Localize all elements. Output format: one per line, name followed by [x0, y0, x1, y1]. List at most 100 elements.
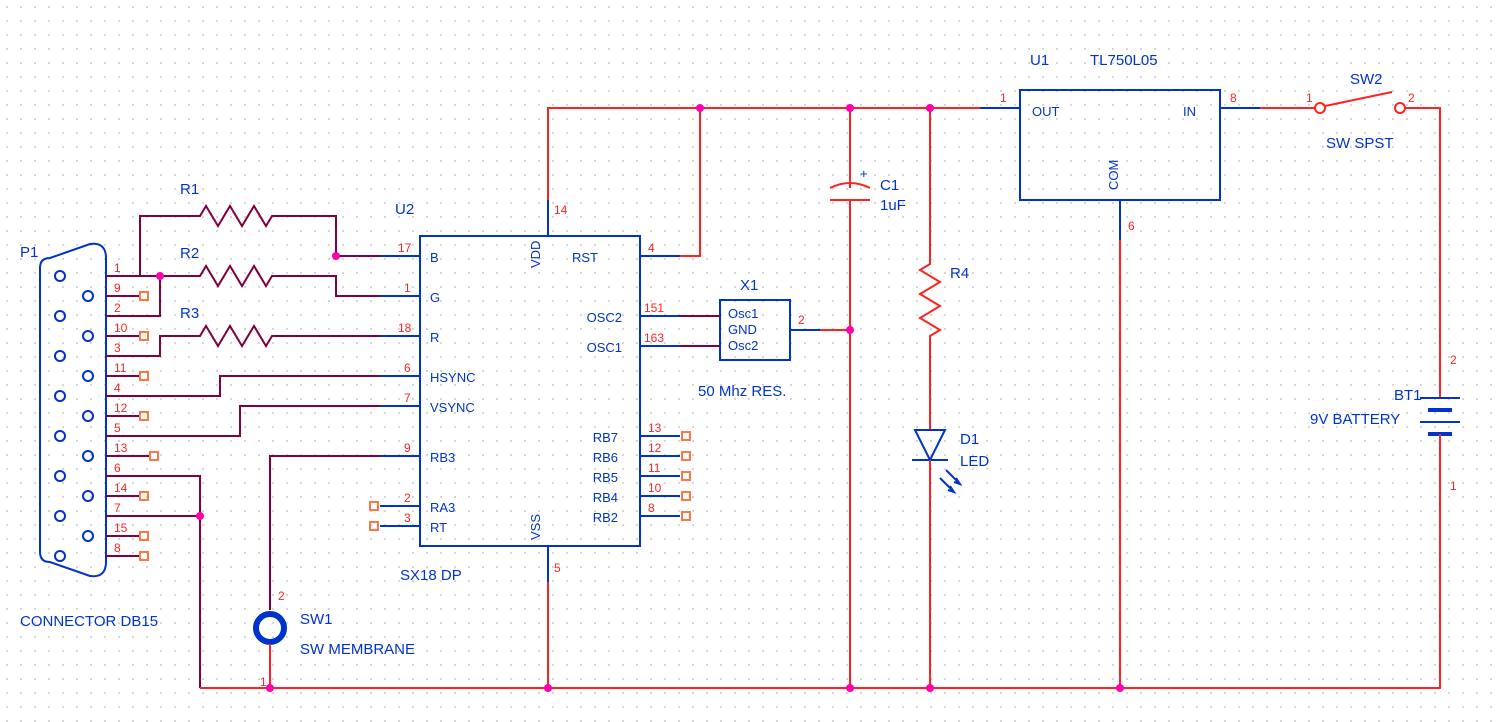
svg-text:6: 6 — [114, 461, 121, 475]
svg-text:2: 2 — [1450, 353, 1457, 367]
svg-text:17: 17 — [398, 241, 412, 255]
label-P1: CONNECTOR DB15 — [20, 613, 158, 630]
svg-text:11: 11 — [114, 361, 127, 375]
svg-text:4: 4 — [114, 381, 121, 395]
svg-text:14: 14 — [554, 203, 568, 217]
svg-text:X1: X1 — [740, 277, 758, 294]
svg-text:LED: LED — [960, 453, 989, 470]
svg-text:R4: R4 — [950, 265, 969, 282]
svg-text:U2: U2 — [395, 201, 414, 218]
svg-text:1: 1 — [1306, 91, 1313, 105]
svg-text:SW1: SW1 — [300, 611, 333, 628]
svg-text:1uF: 1uF — [880, 197, 906, 214]
svg-text:C1: C1 — [880, 177, 899, 194]
svg-text:8: 8 — [114, 541, 121, 555]
svg-text:RA3: RA3 — [430, 500, 455, 515]
schematic-canvas: { "components": { "P1": {"ref":"P1","nam… — [0, 0, 1500, 722]
svg-text:2: 2 — [1408, 91, 1415, 105]
svg-text:RB6: RB6 — [593, 450, 618, 465]
svg-text:9: 9 — [404, 441, 411, 455]
svg-text:9V BATTERY: 9V BATTERY — [1310, 411, 1400, 428]
svg-text:B: B — [430, 250, 439, 265]
svg-text:2: 2 — [114, 301, 121, 315]
svg-text:1: 1 — [404, 281, 411, 295]
svg-text:11: 11 — [648, 461, 661, 475]
svg-text:163: 163 — [644, 331, 664, 345]
led-D1: D1 LED — [912, 360, 989, 688]
svg-text:R2: R2 — [180, 245, 199, 262]
svg-text:4: 4 — [648, 241, 655, 255]
svg-text:TL750L05: TL750L05 — [1090, 52, 1158, 69]
svg-text:RB7: RB7 — [593, 430, 618, 445]
svg-text:R3: R3 — [180, 305, 199, 322]
svg-text:OUT: OUT — [1032, 104, 1060, 119]
svg-text:HSYNC: HSYNC — [430, 370, 476, 385]
power-wires — [200, 108, 1440, 688]
resonator-X1: X1 Osc1 GND Osc2 50 Mhz RES. 2 — [698, 277, 820, 400]
svg-text:SW MEMBRANE: SW MEMBRANE — [300, 641, 415, 658]
svg-text:5: 5 — [554, 561, 561, 575]
resistor-R4: R4 — [920, 240, 969, 360]
svg-text:1: 1 — [1000, 91, 1007, 105]
svg-text:1: 1 — [1450, 479, 1457, 493]
svg-text:VDD: VDD — [528, 241, 543, 268]
svg-text:18: 18 — [398, 321, 412, 335]
ic-U2: U2 SX18 DP 14 VDD 5 VSS 17 B 1 G 18 R 6 HSYN… — [370, 200, 690, 584]
svg-text:7: 7 — [404, 391, 411, 405]
svg-text:1: 1 — [114, 261, 121, 275]
svg-text:2: 2 — [278, 589, 285, 603]
capacitor-C1: C1 1uF + — [830, 108, 906, 688]
svg-text:6: 6 — [1128, 219, 1135, 233]
svg-text:Osc2: Osc2 — [728, 338, 758, 353]
svg-text:RB4: RB4 — [593, 490, 618, 505]
svg-text:COM: COM — [1106, 160, 1121, 190]
svg-text:13: 13 — [648, 421, 662, 435]
svg-text:50 Mhz RES.: 50 Mhz RES. — [698, 383, 786, 400]
svg-text:12: 12 — [648, 441, 662, 455]
svg-text:10: 10 — [114, 321, 128, 335]
svg-text:RB3: RB3 — [430, 450, 455, 465]
svg-text:IN: IN — [1183, 104, 1196, 119]
battery-BT1: BT1 9V BATTERY 2 1 — [1310, 280, 1460, 560]
svg-text:+: + — [860, 166, 868, 181]
svg-text:10: 10 — [648, 481, 662, 495]
svg-text:13: 13 — [114, 441, 128, 455]
svg-text:8: 8 — [1230, 91, 1237, 105]
svg-text:15: 15 — [114, 521, 128, 535]
resistor-R3: R3 — [176, 305, 296, 346]
resistor-R2: R2 — [176, 245, 296, 286]
svg-text:VSYNC: VSYNC — [430, 400, 475, 415]
svg-text:8: 8 — [648, 501, 655, 515]
svg-text:9: 9 — [114, 281, 121, 295]
svg-text:VSS: VSS — [528, 514, 543, 540]
svg-text:3: 3 — [114, 341, 121, 355]
switch-SW2: SW2 SW SPST 1 2 — [1306, 71, 1415, 152]
svg-text:6: 6 — [404, 361, 411, 375]
regulator-U1: U1 TL750L05 OUT IN COM 1 8 6 — [980, 52, 1260, 240]
svg-text:Osc1: Osc1 — [728, 306, 758, 321]
svg-text:D1: D1 — [960, 431, 979, 448]
svg-text:RST: RST — [572, 250, 598, 265]
resistor-R1: R1 — [176, 181, 296, 226]
svg-text:GND: GND — [728, 322, 757, 337]
schematic-svg: P1 1 9 2 10 3 11 4 12 5 13 6 14 7 15 8 C… — [0, 0, 1500, 722]
svg-text:SW SPST: SW SPST — [1326, 135, 1394, 152]
svg-text:3: 3 — [404, 511, 411, 525]
switch-SW1: SW1 SW MEMBRANE 2 1 — [256, 589, 415, 689]
svg-text:RB5: RB5 — [593, 470, 618, 485]
svg-text:2: 2 — [404, 491, 411, 505]
svg-text:2: 2 — [798, 313, 805, 327]
svg-text:1: 1 — [260, 675, 267, 689]
svg-text:14: 14 — [114, 481, 128, 495]
svg-text:SX18 DP: SX18 DP — [400, 567, 462, 584]
svg-text:RT: RT — [430, 520, 447, 535]
svg-text:SW2: SW2 — [1350, 71, 1383, 88]
ref-P1: P1 — [20, 244, 38, 261]
svg-text:U1: U1 — [1030, 52, 1049, 69]
svg-text:5: 5 — [114, 421, 121, 435]
svg-text:G: G — [430, 290, 440, 305]
svg-text:7: 7 — [114, 501, 121, 515]
svg-text:RB2: RB2 — [593, 510, 618, 525]
svg-text:12: 12 — [114, 401, 128, 415]
svg-text:R: R — [430, 330, 439, 345]
